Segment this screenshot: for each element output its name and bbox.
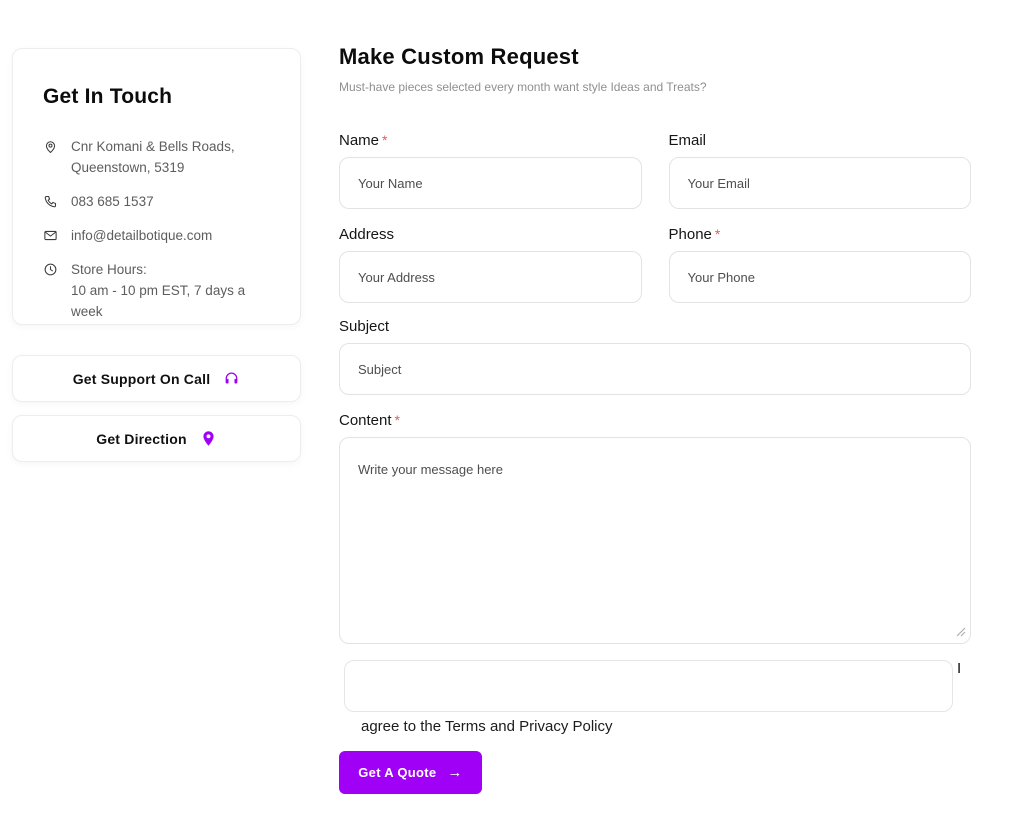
required-marker: *	[382, 132, 388, 148]
custom-request-form: Name* Email Address	[339, 132, 971, 794]
form-subtitle: Must-have pieces selected every month wa…	[339, 80, 707, 94]
subject-input[interactable]	[339, 343, 971, 395]
name-label: Name *	[339, 132, 388, 149]
name-input[interactable]	[339, 157, 642, 209]
content-field: Content *	[339, 412, 971, 644]
get-support-button[interactable]: Get Support On Call	[12, 355, 301, 402]
terms-label-prefix: I	[957, 660, 962, 677]
address-field: Address	[339, 226, 642, 303]
contact-card: Get In Touch Cnr Komani & Bells Roads, Q…	[12, 48, 301, 325]
subject-label: Subject	[339, 318, 390, 335]
email-input[interactable]	[668, 157, 971, 209]
phone-icon	[43, 194, 58, 209]
get-direction-label: Get Direction	[96, 430, 187, 447]
content-textarea[interactable]	[339, 437, 971, 644]
contact-item-address: Cnr Komani & Bells Roads, Queenstown, 53…	[43, 136, 274, 178]
email-label: Email	[668, 132, 707, 149]
location-pin-icon	[43, 139, 58, 154]
get-direction-button[interactable]: Get Direction	[12, 415, 301, 462]
address-input[interactable]	[339, 251, 642, 303]
envelope-icon	[43, 228, 58, 243]
custom-request-section: Make Custom Request Must-have pieces sel…	[339, 44, 971, 794]
address-label: Address	[339, 226, 395, 243]
email-field: Email	[668, 132, 971, 209]
contact-address-text: Cnr Komani & Bells Roads, Queenstown, 53…	[71, 139, 235, 175]
sidebar: Get In Touch Cnr Komani & Bells Roads, Q…	[12, 48, 301, 462]
terms-agreement-row: I	[339, 660, 971, 712]
terms-checkbox[interactable]	[344, 660, 953, 712]
headphones-icon	[223, 370, 240, 387]
content-label: Content *	[339, 412, 400, 429]
contact-phone-text: 083 685 1537	[71, 194, 154, 209]
contact-item-phone: 083 685 1537	[43, 191, 274, 212]
contact-item-hours: Store Hours: 10 am - 10 pm EST, 7 days a…	[43, 259, 274, 322]
contact-email-text: info@detailbotique.com	[71, 228, 213, 243]
phone-input[interactable]	[668, 251, 971, 303]
get-support-label: Get Support On Call	[72, 370, 211, 387]
location-pin-filled-icon	[200, 430, 217, 447]
name-field: Name *	[339, 132, 642, 209]
resize-handle-icon[interactable]	[956, 627, 966, 637]
required-marker: *	[714, 226, 721, 242]
phone-field: Phone *	[668, 226, 971, 303]
contact-page: Get In Touch Cnr Komani & Bells Roads, Q…	[0, 0, 1015, 813]
get-a-quote-button[interactable]: Get A Quote →	[339, 751, 482, 794]
phone-label: Phone *	[668, 226, 721, 243]
required-marker: *	[394, 412, 400, 428]
clock-icon	[43, 262, 58, 277]
contact-item-email: info@detailbotique.com	[43, 225, 274, 246]
subject-field: Subject	[339, 318, 971, 395]
arrow-right-icon: →	[447, 764, 463, 781]
contact-card-title: Get In Touch	[43, 85, 173, 108]
contact-hours-text: Store Hours: 10 am - 10 pm EST, 7 days a…	[71, 262, 246, 319]
get-a-quote-label: Get A Quote	[358, 765, 437, 780]
terms-label: agree to the Terms and Privacy Policy	[361, 718, 613, 735]
form-title: Make Custom Request	[339, 44, 579, 69]
